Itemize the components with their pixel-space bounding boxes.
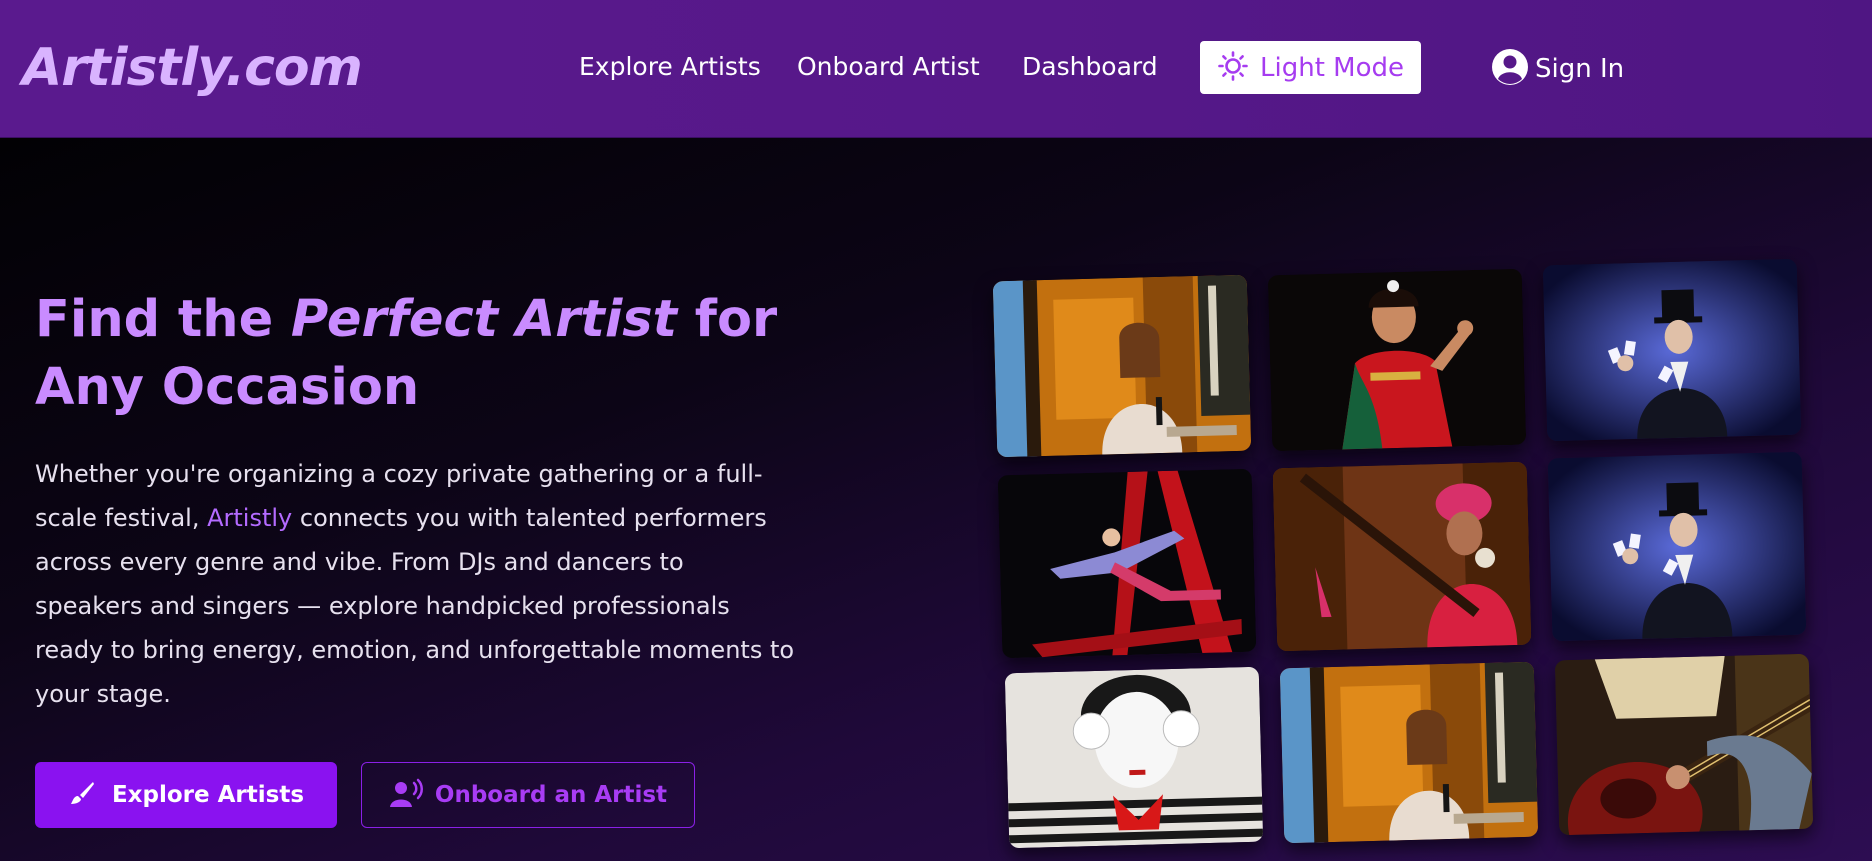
gallery-image-guitarist bbox=[1554, 653, 1814, 836]
gallery-image-acrobat bbox=[997, 468, 1257, 659]
onboard-artist-button[interactable]: Onboard an Artist bbox=[361, 762, 695, 828]
sun-icon bbox=[1218, 50, 1248, 85]
site-logo[interactable]: Artistly.com bbox=[22, 38, 363, 98]
gallery-image-speaker-2 bbox=[1279, 661, 1539, 844]
sign-in-button[interactable]: Sign In bbox=[1491, 48, 1624, 90]
gallery-image-magician bbox=[1542, 258, 1802, 442]
description-text-end: connects you with talented performers ac… bbox=[35, 504, 795, 708]
onboard-artist-label: Onboard an Artist bbox=[434, 782, 668, 808]
user-circle-icon bbox=[1491, 48, 1529, 90]
light-mode-toggle[interactable]: Light Mode bbox=[1200, 41, 1421, 94]
headline-text: Find the bbox=[35, 290, 291, 349]
headline-emphasis: Perfect Artist bbox=[290, 290, 678, 349]
paintbrush-icon bbox=[68, 779, 96, 811]
explore-artists-label: Explore Artists bbox=[111, 782, 305, 808]
user-voice-icon bbox=[389, 778, 425, 812]
sign-in-label: Sign In bbox=[1535, 54, 1625, 84]
gallery-image-speaker bbox=[992, 274, 1252, 458]
gallery-image-folk-musician bbox=[1272, 461, 1532, 652]
explore-artists-button[interactable]: Explore Artists bbox=[35, 762, 337, 828]
top-navbar: Artistly.com Explore Artists Onboard Art… bbox=[0, 0, 1872, 138]
description-brand: Artistly bbox=[207, 504, 293, 532]
nav-link-onboard-artist[interactable]: Onboard Artist bbox=[797, 52, 980, 81]
light-mode-label: Light Mode bbox=[1260, 52, 1404, 83]
nav-link-explore-artists[interactable]: Explore Artists bbox=[579, 52, 761, 81]
hero-description: Whether you're organizing a cozy private… bbox=[35, 452, 795, 716]
nav-link-dashboard[interactable]: Dashboard bbox=[1022, 52, 1158, 81]
gallery-image-dancer bbox=[1267, 268, 1527, 452]
gallery-image-mime bbox=[1004, 666, 1264, 849]
hero-headline: Find the Perfect Artist for Any Occasion bbox=[35, 286, 875, 422]
gallery-image-magician-2 bbox=[1547, 451, 1807, 642]
